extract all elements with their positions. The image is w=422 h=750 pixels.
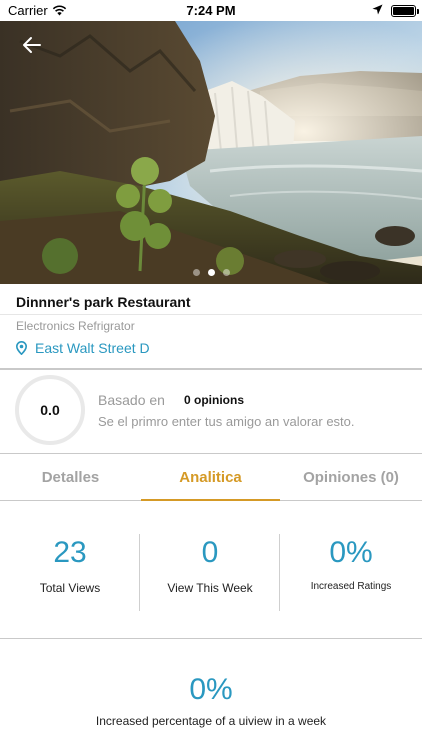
- weekly-increase-value: 0%: [189, 673, 233, 706]
- place-category: Electronics Refrigrator: [16, 319, 135, 333]
- stat-increased-ratings: 0% Increased Ratings: [280, 535, 422, 592]
- stat-total-views: 23 Total Views: [0, 535, 140, 595]
- hero-image[interactable]: [0, 21, 422, 284]
- status-bar: Carrier 7:24 PM: [0, 0, 422, 21]
- tab-opiniones[interactable]: Opiniones (0): [280, 454, 422, 500]
- carousel-dot[interactable]: [222, 269, 230, 276]
- address-link[interactable]: East Walt Street D: [16, 340, 150, 356]
- place-title: Dinnner's park Restaurant: [16, 294, 191, 310]
- rating-invite-text: Se el primro enter tus amigo an valorar …: [98, 414, 355, 429]
- carousel-dot-active[interactable]: [207, 269, 215, 276]
- tab-detalles[interactable]: Detalles: [0, 454, 141, 500]
- rating-score-circle: 0.0: [15, 375, 85, 445]
- opinion-count: 0 opinions: [184, 393, 244, 407]
- carousel-indicator[interactable]: [0, 269, 422, 276]
- weekly-increase-label: Increased percentage of a uiview in a we…: [95, 714, 327, 728]
- stat-value: 0%: [329, 536, 373, 569]
- stat-view-this-week: 0 View This Week: [140, 535, 280, 595]
- active-tab-indicator: [141, 499, 280, 501]
- rating-score: 0.0: [40, 402, 60, 418]
- battery-icon: [391, 5, 419, 17]
- stat-label: Increased Ratings: [310, 581, 392, 592]
- stat-label: View This Week: [167, 581, 253, 595]
- map-pin-icon: [16, 341, 27, 355]
- section-divider: [0, 368, 422, 370]
- back-arrow-icon[interactable]: [20, 33, 44, 57]
- based-on-label: Basado en: [98, 392, 165, 408]
- section-divider: [0, 638, 422, 639]
- location-arrow-icon: [372, 4, 383, 15]
- address-text: East Walt Street D: [35, 340, 150, 356]
- tab-analitica[interactable]: Analitica: [141, 454, 280, 500]
- stat-label: Total Views: [39, 581, 101, 595]
- carousel-dot[interactable]: [192, 269, 200, 276]
- clock: 7:24 PM: [186, 3, 236, 18]
- waterfall-photo: [0, 21, 422, 284]
- stat-value: 0: [201, 536, 219, 569]
- stat-value: 23: [53, 536, 87, 569]
- divider: [0, 314, 422, 315]
